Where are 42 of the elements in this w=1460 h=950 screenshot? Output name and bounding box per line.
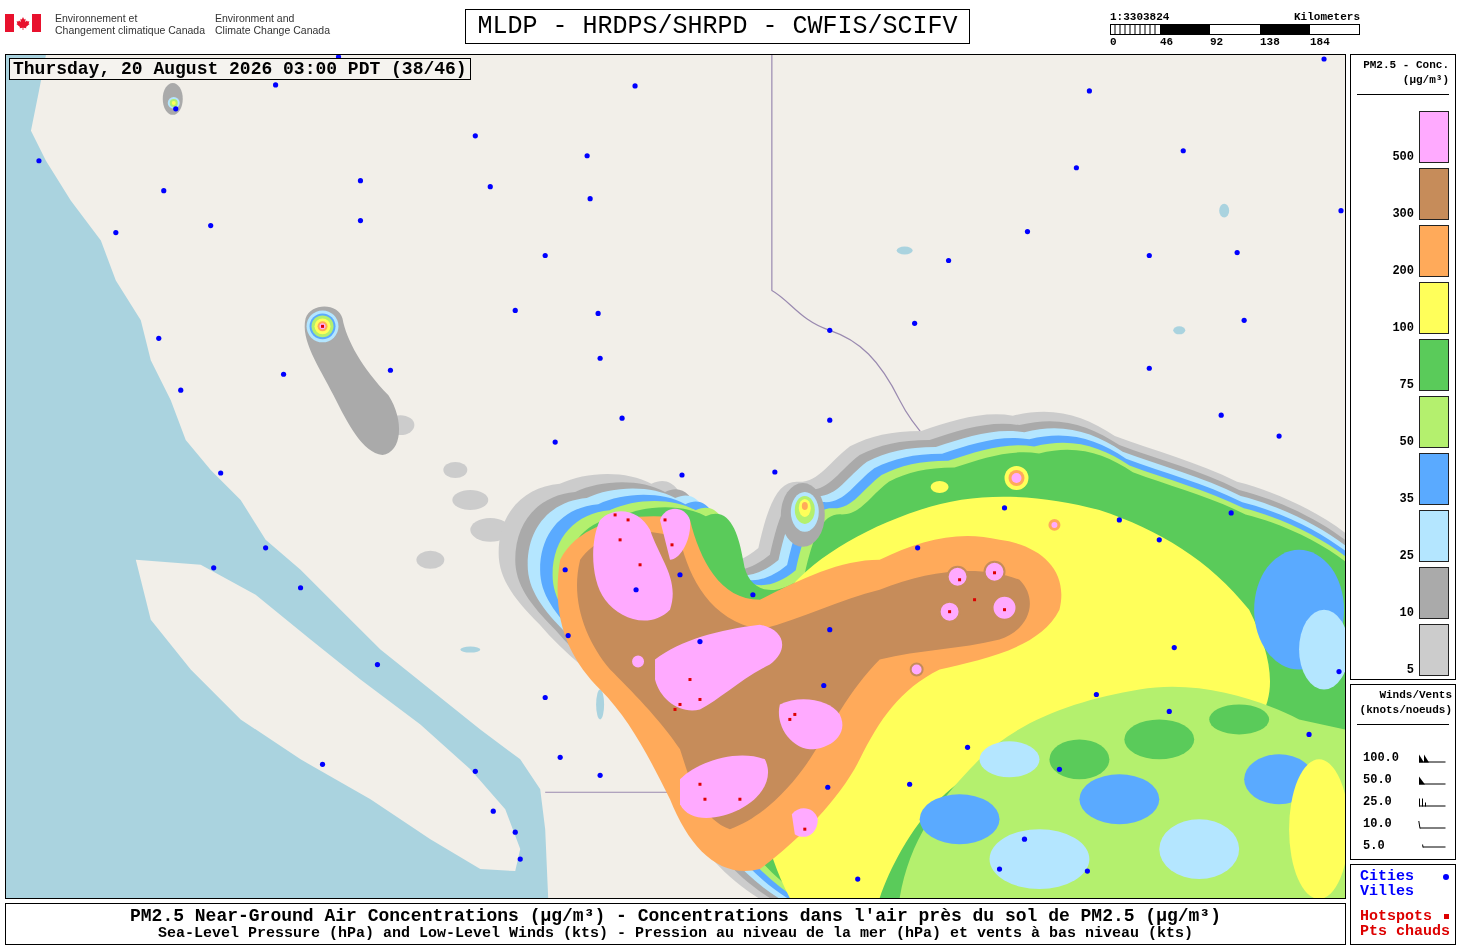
legend-value: 200	[1392, 265, 1414, 277]
legend-label: Pts chauds	[1360, 924, 1450, 939]
legend-value: 100	[1392, 322, 1414, 334]
scale-tick-label: 184	[1310, 36, 1330, 48]
wind-barb-icon	[1418, 753, 1446, 763]
legend-value: 500	[1392, 151, 1414, 163]
wind-speed-label: 5.0	[1363, 839, 1385, 853]
agency-name: Environnement et Changement climatique Canada	[55, 12, 205, 36]
legend-value: 50	[1399, 436, 1414, 448]
legend-value: 10	[1399, 607, 1414, 619]
product-title: MLDP - HRDPS/SHRPD - CWFIS/SCIFV	[465, 9, 970, 44]
wind-barb-icon	[1418, 819, 1446, 829]
wind-barb-icon	[1418, 775, 1446, 785]
scale-tick-label: 46	[1160, 36, 1174, 48]
wind-speed-label: 25.0	[1363, 795, 1392, 809]
legend-value: 5	[1406, 664, 1414, 676]
flag-icon	[5, 14, 41, 32]
legend-unit: (µg/m³)	[1402, 73, 1449, 88]
legend-value: 300	[1392, 208, 1414, 220]
legend-unit: (knots/noeuds)	[1359, 703, 1452, 718]
legend-title: Winds/Vents	[1379, 688, 1452, 703]
caption-subtitle: Sea-Level Pressure (hPa) and Low-Level Winds (kts) - Pression au niveau de la mer (hPa) et vents à bas niveau (kts)	[157, 925, 1194, 942]
scale-tick-label: 92	[1210, 36, 1224, 48]
wind-barb-icon	[1422, 844, 1446, 848]
agency-name: Environment and Climate Change Canada	[215, 12, 330, 36]
scale-tick-label: 0	[1110, 36, 1117, 48]
legend-value: 75	[1399, 379, 1414, 391]
wind-barb-icon	[1418, 797, 1446, 807]
scale-unit: Kilometers	[1294, 11, 1360, 24]
wind-speed-label: 50.0	[1363, 773, 1392, 787]
caption-title: PM2.5 Near-Ground Air Concentrations (µg/m³) - Concentrations dans l'air près du sol de PM2.5 (µg/m³)	[130, 906, 1221, 926]
legend-value: 35	[1399, 493, 1414, 505]
scale-ratio: 1:3303824	[1110, 11, 1170, 24]
legend-label: Cities	[1360, 869, 1414, 884]
map-timestamp: Thursday, 20 August 2026 03:00 PDT (38/46)	[9, 58, 471, 80]
legend-title: PM2.5 - Conc.	[1363, 58, 1449, 73]
legend-label: Villes	[1360, 884, 1414, 899]
legend-label: Hotspots	[1360, 909, 1432, 924]
scale-tick-label: 138	[1260, 36, 1280, 48]
wind-speed-label: 100.0	[1363, 751, 1399, 765]
wind-speed-label: 10.0	[1363, 817, 1392, 831]
legend-value: 25	[1399, 550, 1414, 562]
